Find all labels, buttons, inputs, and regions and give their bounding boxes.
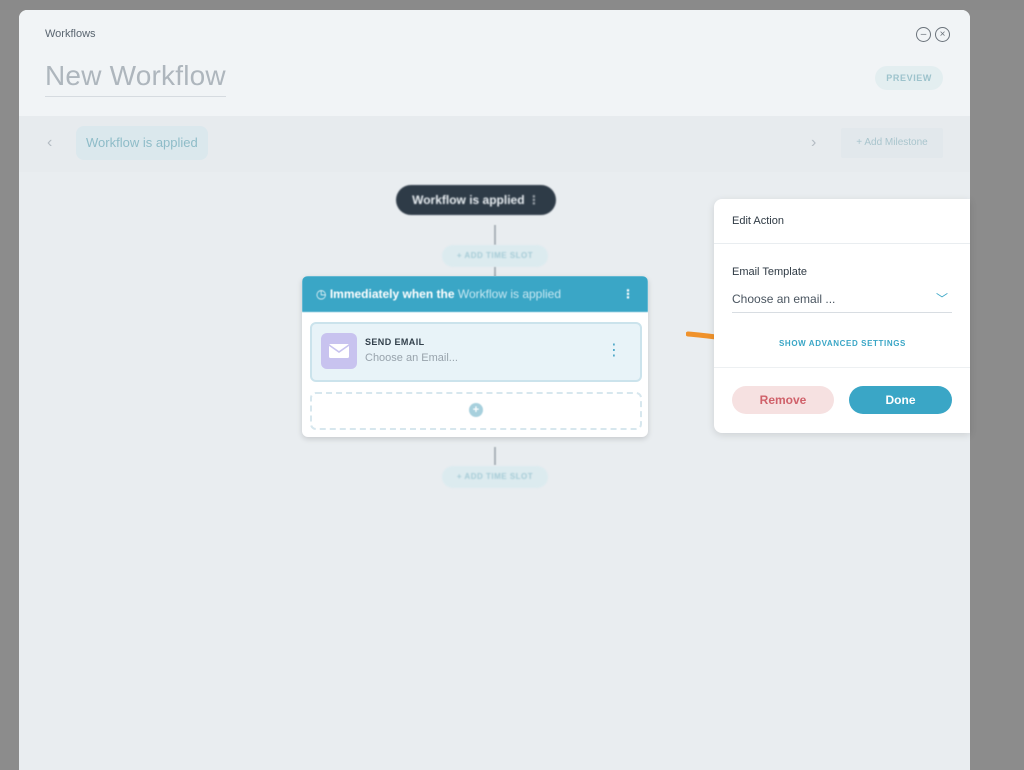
kebab-icon[interactable]: ⋮ xyxy=(622,276,634,312)
add-time-slot-button[interactable]: + ADD TIME SLOT xyxy=(442,245,548,267)
chevron-down-icon: ﹀ xyxy=(935,292,948,306)
edit-action-panel: Edit Action Email Template Choose an ema… xyxy=(714,199,970,433)
plus-icon[interactable]: + xyxy=(469,403,483,417)
chevron-right-icon[interactable]: › xyxy=(811,134,816,152)
kebab-icon: ⋮ xyxy=(527,193,540,207)
done-button[interactable]: Done xyxy=(849,386,952,414)
email-template-value: Choose an email ... xyxy=(732,292,836,306)
email-template-label: Email Template xyxy=(732,266,807,278)
action-subtitle: Choose an Email... xyxy=(365,352,458,364)
minimize-icon[interactable]: – xyxy=(916,27,931,42)
connector-line xyxy=(494,225,496,245)
send-email-action[interactable]: SEND EMAIL Choose an Email... ⋮ xyxy=(310,322,642,382)
add-milestone-button[interactable]: + Add Milestone xyxy=(841,128,943,158)
flow-card-header[interactable]: ◷ Immediately when the Workflow is appli… xyxy=(302,276,648,312)
trigger-label: Workflow is applied xyxy=(412,193,525,207)
backdrop xyxy=(0,0,1024,10)
remove-button[interactable]: Remove xyxy=(732,386,834,414)
connector-line xyxy=(494,447,496,465)
panel-title: Edit Action xyxy=(714,199,970,244)
envelope-icon xyxy=(321,333,357,369)
window-controls: – × xyxy=(916,27,950,42)
email-template-select[interactable]: Choose an email ... ﹀ xyxy=(732,286,952,313)
clock-icon: ◷ xyxy=(316,287,330,301)
add-action-slot[interactable]: + xyxy=(310,392,642,430)
milestone-bar: ‹ Workflow is applied › + Add Milestone xyxy=(19,116,970,172)
kebab-icon[interactable]: ⋮ xyxy=(606,340,622,360)
add-time-slot-button[interactable]: + ADD TIME SLOT xyxy=(442,466,548,488)
modal-header: Workflows New Workflow – × PREVIEW xyxy=(19,10,970,116)
close-icon[interactable]: × xyxy=(935,27,950,42)
action-title: SEND EMAIL xyxy=(365,337,425,347)
show-advanced-settings-link[interactable]: SHOW ADVANCED SETTINGS xyxy=(779,339,906,348)
trigger-pill[interactable]: Workflow is applied ⋮ xyxy=(396,185,556,215)
chevron-left-icon[interactable]: ‹ xyxy=(47,134,52,152)
card-header-light: Workflow is applied xyxy=(457,287,562,301)
divider xyxy=(714,367,970,368)
milestone-chip[interactable]: Workflow is applied xyxy=(76,126,208,160)
flow-step-card: ◷ Immediately when the Workflow is appli… xyxy=(302,276,648,437)
card-header-bold: Immediately when the xyxy=(329,287,455,301)
breadcrumb[interactable]: Workflows xyxy=(45,28,96,40)
preview-button[interactable]: PREVIEW xyxy=(875,66,943,90)
page-title[interactable]: New Workflow xyxy=(45,60,226,97)
